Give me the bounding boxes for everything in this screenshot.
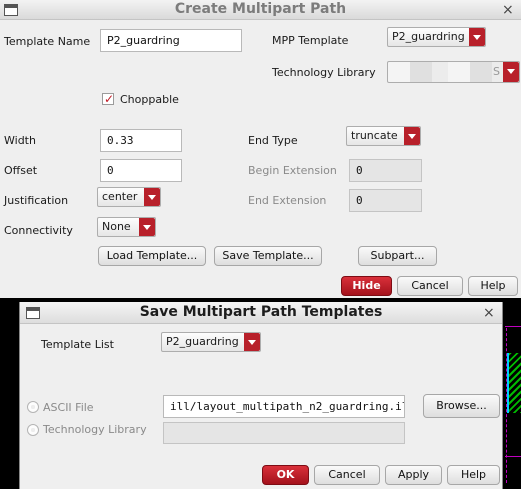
template-list-combo[interactable]: P2_guardring xyxy=(161,332,261,352)
save-template-button[interactable]: Save Template... xyxy=(214,246,322,266)
save-multipart-path-templates-dialog: Save Multipart Path Templates × Template… xyxy=(19,302,503,489)
connectivity-combo[interactable]: None xyxy=(97,217,156,237)
canvas-marker-line xyxy=(505,456,521,457)
cancel-button[interactable]: Cancel xyxy=(397,276,463,296)
help-button[interactable]: Help xyxy=(447,465,500,485)
subpart-button[interactable]: Subpart... xyxy=(358,246,437,266)
template-list-label: Template List xyxy=(41,338,114,351)
hide-button[interactable]: Hide xyxy=(341,276,392,296)
begin-extension-label: Begin Extension xyxy=(248,164,337,177)
radio-icon[interactable] xyxy=(27,424,39,436)
dropdown-arrow-icon[interactable] xyxy=(244,333,260,351)
end-extension-field: 0 xyxy=(349,189,422,212)
technology-library-label: Technology Library xyxy=(272,66,376,79)
dropdown-arrow-icon[interactable] xyxy=(139,218,155,236)
title-bar[interactable]: Create Multipart Path × xyxy=(0,0,521,20)
technology-library-label: Technology Library xyxy=(43,423,147,436)
load-template-button[interactable]: Load Template... xyxy=(98,246,206,266)
technology-library-field xyxy=(163,422,405,444)
template-name-label: Template Name xyxy=(4,35,91,48)
end-type-label: End Type xyxy=(248,134,298,147)
create-multipart-path-dialog: Create Multipart Path × Template Name P2… xyxy=(0,0,521,298)
dropdown-arrow-icon[interactable] xyxy=(469,28,485,46)
ascii-file-label: ASCII File xyxy=(43,401,94,414)
technology-library-combo[interactable]: S xyxy=(387,61,520,83)
cancel-button[interactable]: Cancel xyxy=(314,465,380,485)
offset-label: Offset xyxy=(4,164,38,177)
browse-button[interactable]: Browse... xyxy=(423,394,500,418)
choppable-checkbox[interactable]: ✓ xyxy=(102,93,114,105)
width-field[interactable]: 0.33 xyxy=(100,129,182,152)
end-extension-label: End Extension xyxy=(248,194,327,207)
justification-label: Justification xyxy=(4,194,69,207)
canvas-shape xyxy=(507,353,521,413)
width-label: Width xyxy=(4,134,36,147)
template-list-value: P2_guardring xyxy=(166,335,239,348)
end-type-combo[interactable]: truncate xyxy=(346,126,421,146)
connectivity-value: None xyxy=(102,220,131,233)
template-name-field[interactable]: P2_guardring xyxy=(100,29,242,52)
ascii-file-field[interactable]: ill/layout_multipath_n2_guardring.il xyxy=(163,395,405,418)
mpp-template-combo[interactable]: P2_guardring xyxy=(387,27,486,47)
dropdown-arrow-icon[interactable] xyxy=(404,127,420,145)
dropdown-arrow-icon[interactable] xyxy=(503,62,519,82)
ok-button[interactable]: OK xyxy=(262,465,309,485)
connectivity-label: Connectivity xyxy=(4,224,73,237)
close-icon[interactable]: × xyxy=(483,306,495,320)
dialog-title: Create Multipart Path xyxy=(174,1,347,17)
canvas-marker-line xyxy=(505,326,521,327)
dialog-title: Save Multipart Path Templates xyxy=(139,304,383,320)
technology-library-value: S xyxy=(493,65,500,78)
end-type-value: truncate xyxy=(351,129,398,142)
radio-icon[interactable] xyxy=(27,401,39,413)
close-icon[interactable]: × xyxy=(502,3,514,17)
help-button[interactable]: Help xyxy=(468,276,518,296)
dropdown-arrow-icon[interactable] xyxy=(144,188,160,206)
justification-value: center xyxy=(102,190,138,203)
checkmark-icon: ✓ xyxy=(104,92,115,106)
title-bar[interactable]: Save Multipart Path Templates × xyxy=(20,302,502,324)
begin-extension-field: 0 xyxy=(349,159,422,182)
choppable-label: Choppable xyxy=(120,93,179,106)
offset-field[interactable]: 0 xyxy=(100,159,182,182)
apply-button[interactable]: Apply xyxy=(385,465,442,485)
layout-canvas xyxy=(503,298,521,489)
mpp-template-value: P2_guardring xyxy=(392,30,465,43)
mpp-template-label: MPP Template xyxy=(272,34,349,47)
justification-combo[interactable]: center xyxy=(97,187,161,207)
